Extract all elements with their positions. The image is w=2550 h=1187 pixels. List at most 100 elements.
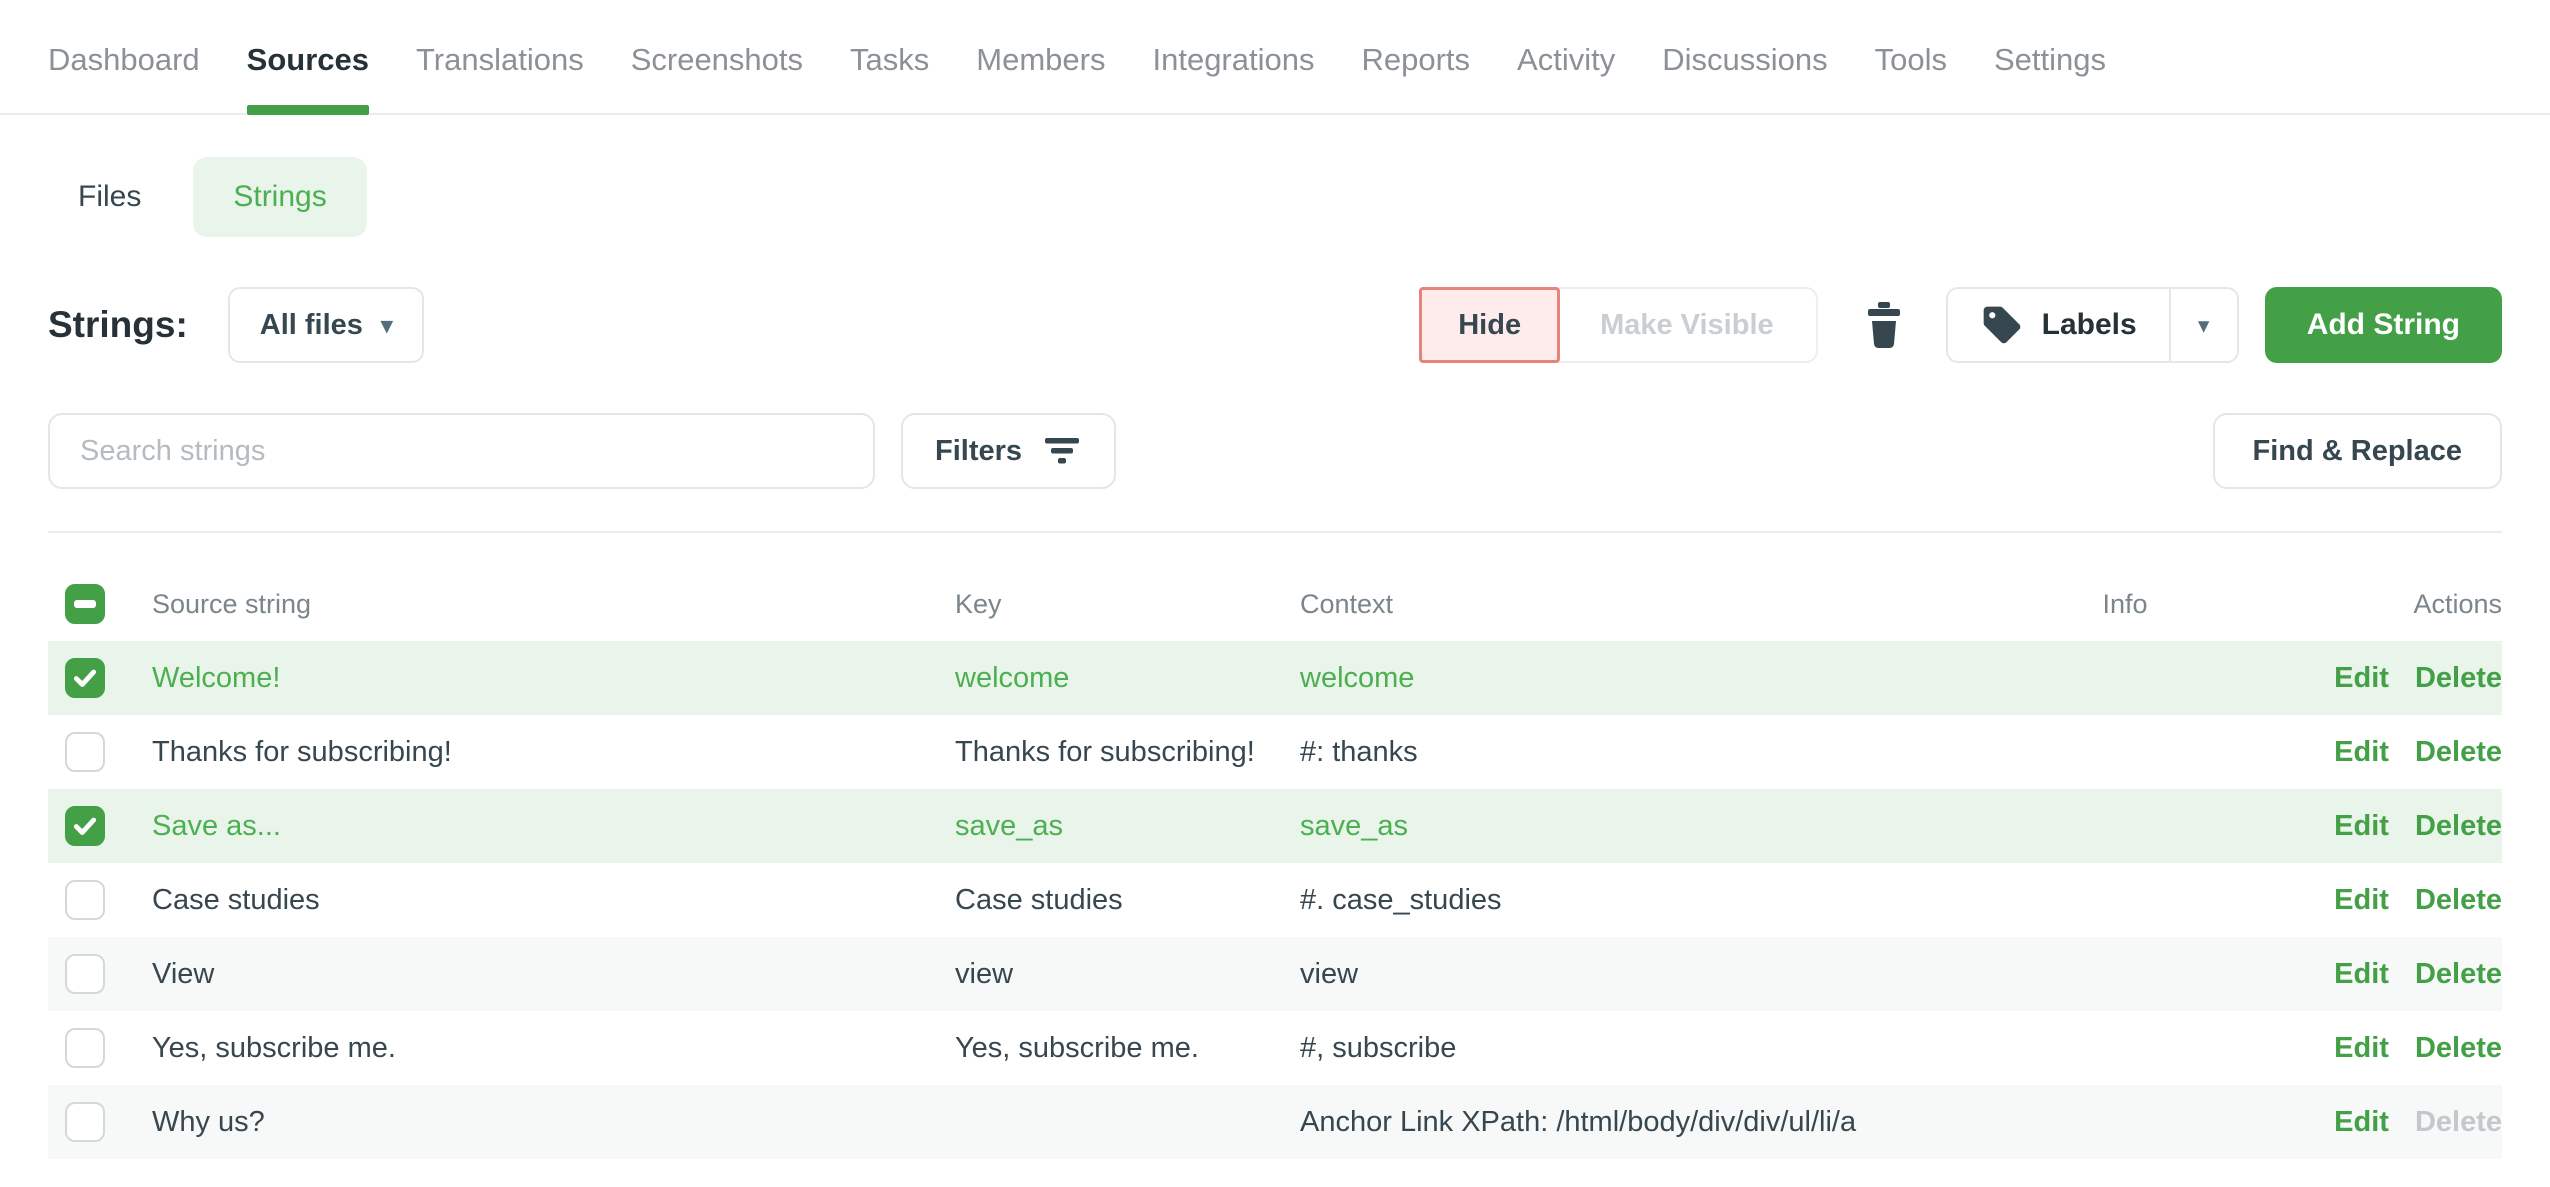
filter-icon [1042, 435, 1082, 467]
source-string-cell: View [152, 958, 955, 991]
table-body: Welcome! welcome welcome Edit Delete Tha… [48, 641, 2502, 1159]
table-row: Welcome! welcome welcome Edit Delete [48, 641, 2502, 715]
tag-icon [1980, 303, 2024, 347]
delete-link[interactable]: Delete [2415, 810, 2502, 843]
context-cell: Anchor Link XPath: /html/body/div/div/ul… [1300, 1106, 2000, 1139]
column-header-info: Info [2000, 589, 2250, 620]
trash-icon [1864, 300, 1904, 350]
nav-item-dashboard[interactable]: Dashboard [48, 42, 200, 113]
visibility-button-group: Hide Make Visible [1419, 287, 1817, 363]
section-divider [48, 531, 2502, 533]
delete-link: Delete [2415, 1106, 2502, 1139]
chevron-down-icon: ▾ [2198, 314, 2210, 337]
nav-item-activity[interactable]: Activity [1517, 42, 1615, 113]
edit-link[interactable]: Edit [2334, 958, 2389, 991]
edit-link[interactable]: Edit [2334, 736, 2389, 769]
indeterminate-icon [74, 600, 96, 608]
page-title: Strings: [48, 304, 188, 346]
labels-dropdown-toggle[interactable]: ▾ [2171, 289, 2237, 361]
nav-item-screenshots[interactable]: Screenshots [631, 42, 803, 113]
key-cell: Case studies [955, 884, 1300, 917]
edit-link[interactable]: Edit [2334, 810, 2389, 843]
tab-strings[interactable]: Strings [193, 157, 366, 237]
nav-item-discussions[interactable]: Discussions [1662, 42, 1827, 113]
context-cell: #, subscribe [1300, 1032, 2000, 1065]
edit-link[interactable]: Edit [2334, 1106, 2389, 1139]
labels-button-label: Labels [2042, 308, 2137, 342]
check-icon [72, 813, 98, 839]
labels-split-button: Labels ▾ [1946, 287, 2239, 363]
delete-strings-button[interactable] [1864, 300, 1904, 350]
key-cell: save_as [955, 810, 1300, 843]
select-all-checkbox[interactable] [65, 584, 105, 624]
column-header-context: Context [1300, 589, 2000, 620]
search-input[interactable] [48, 413, 875, 489]
delete-link[interactable]: Delete [2415, 884, 2502, 917]
row-checkbox[interactable] [65, 1102, 105, 1142]
context-cell: save_as [1300, 810, 2000, 843]
file-filter-dropdown[interactable]: All files ▾ [228, 287, 425, 363]
nav-item-translations[interactable]: Translations [416, 42, 584, 113]
source-string-cell: Yes, subscribe me. [152, 1032, 955, 1065]
strings-table: Source string Key Context Info Actions W… [48, 567, 2502, 1159]
source-string-cell: Case studies [152, 884, 955, 917]
add-string-button[interactable]: Add String [2265, 287, 2502, 363]
hide-button[interactable]: Hide [1419, 287, 1560, 363]
column-header-source: Source string [152, 589, 955, 620]
file-filter-value: All files [260, 309, 363, 342]
delete-link[interactable]: Delete [2415, 958, 2502, 991]
search-row: Filters Find & Replace [48, 413, 2502, 489]
find-replace-button[interactable]: Find & Replace [2213, 413, 2503, 489]
context-cell: welcome [1300, 662, 2000, 695]
table-row: Thanks for subscribing! Thanks for subsc… [48, 715, 2502, 789]
column-header-actions: Actions [2250, 589, 2502, 620]
table-row: Case studies Case studies #. case_studie… [48, 863, 2502, 937]
key-cell: Yes, subscribe me. [955, 1032, 1300, 1065]
table-row: View view view Edit Delete [48, 937, 2502, 1011]
nav-item-settings[interactable]: Settings [1994, 42, 2106, 113]
table-row: Save as... save_as save_as Edit Delete [48, 789, 2502, 863]
column-header-key: Key [955, 589, 1300, 620]
key-cell: welcome [955, 662, 1300, 695]
source-string-cell: Welcome! [152, 662, 955, 695]
filters-button[interactable]: Filters [901, 413, 1116, 489]
row-checkbox[interactable] [65, 880, 105, 920]
tab-files[interactable]: Files [48, 180, 171, 214]
check-icon [72, 665, 98, 691]
row-checkbox[interactable] [65, 1028, 105, 1068]
make-visible-button[interactable]: Make Visible [1558, 287, 1818, 363]
labels-button[interactable]: Labels [1948, 289, 2171, 361]
toolbar-actions: Hide Make Visible Labels [1419, 287, 2502, 363]
source-string-cell: Save as... [152, 810, 955, 843]
key-cell: Thanks for subscribing! [955, 736, 1300, 769]
context-cell: #: thanks [1300, 736, 2000, 769]
row-checkbox[interactable] [65, 954, 105, 994]
table-row: Yes, subscribe me. Yes, subscribe me. #,… [48, 1011, 2502, 1085]
nav-item-integrations[interactable]: Integrations [1152, 42, 1314, 113]
nav-item-sources[interactable]: Sources [247, 42, 369, 113]
row-checkbox[interactable] [65, 658, 105, 698]
source-string-cell: Why us? [152, 1106, 955, 1139]
edit-link[interactable]: Edit [2334, 884, 2389, 917]
edit-link[interactable]: Edit [2334, 1032, 2389, 1065]
nav-item-members[interactable]: Members [976, 42, 1105, 113]
strings-toolbar: Strings: All files ▾ Hide Make Visible [48, 287, 2502, 363]
nav-item-tasks[interactable]: Tasks [850, 42, 929, 113]
nav-item-reports[interactable]: Reports [1361, 42, 1470, 113]
source-string-cell: Thanks for subscribing! [152, 736, 955, 769]
delete-link[interactable]: Delete [2415, 662, 2502, 695]
filters-button-label: Filters [935, 435, 1022, 468]
nav-item-tools[interactable]: Tools [1875, 42, 1947, 113]
source-view-tabs: Files Strings [48, 157, 2502, 237]
context-cell: #. case_studies [1300, 884, 2000, 917]
table-row: Why us? Anchor Link XPath: /html/body/di… [48, 1085, 2502, 1159]
delete-link[interactable]: Delete [2415, 736, 2502, 769]
edit-link[interactable]: Edit [2334, 662, 2389, 695]
project-nav: Dashboard Sources Translations Screenshots T… [0, 0, 2550, 115]
table-header-row: Source string Key Context Info Actions [48, 567, 2502, 641]
key-cell: view [955, 958, 1300, 991]
context-cell: view [1300, 958, 2000, 991]
row-checkbox[interactable] [65, 806, 105, 846]
delete-link[interactable]: Delete [2415, 1032, 2502, 1065]
row-checkbox[interactable] [65, 732, 105, 772]
